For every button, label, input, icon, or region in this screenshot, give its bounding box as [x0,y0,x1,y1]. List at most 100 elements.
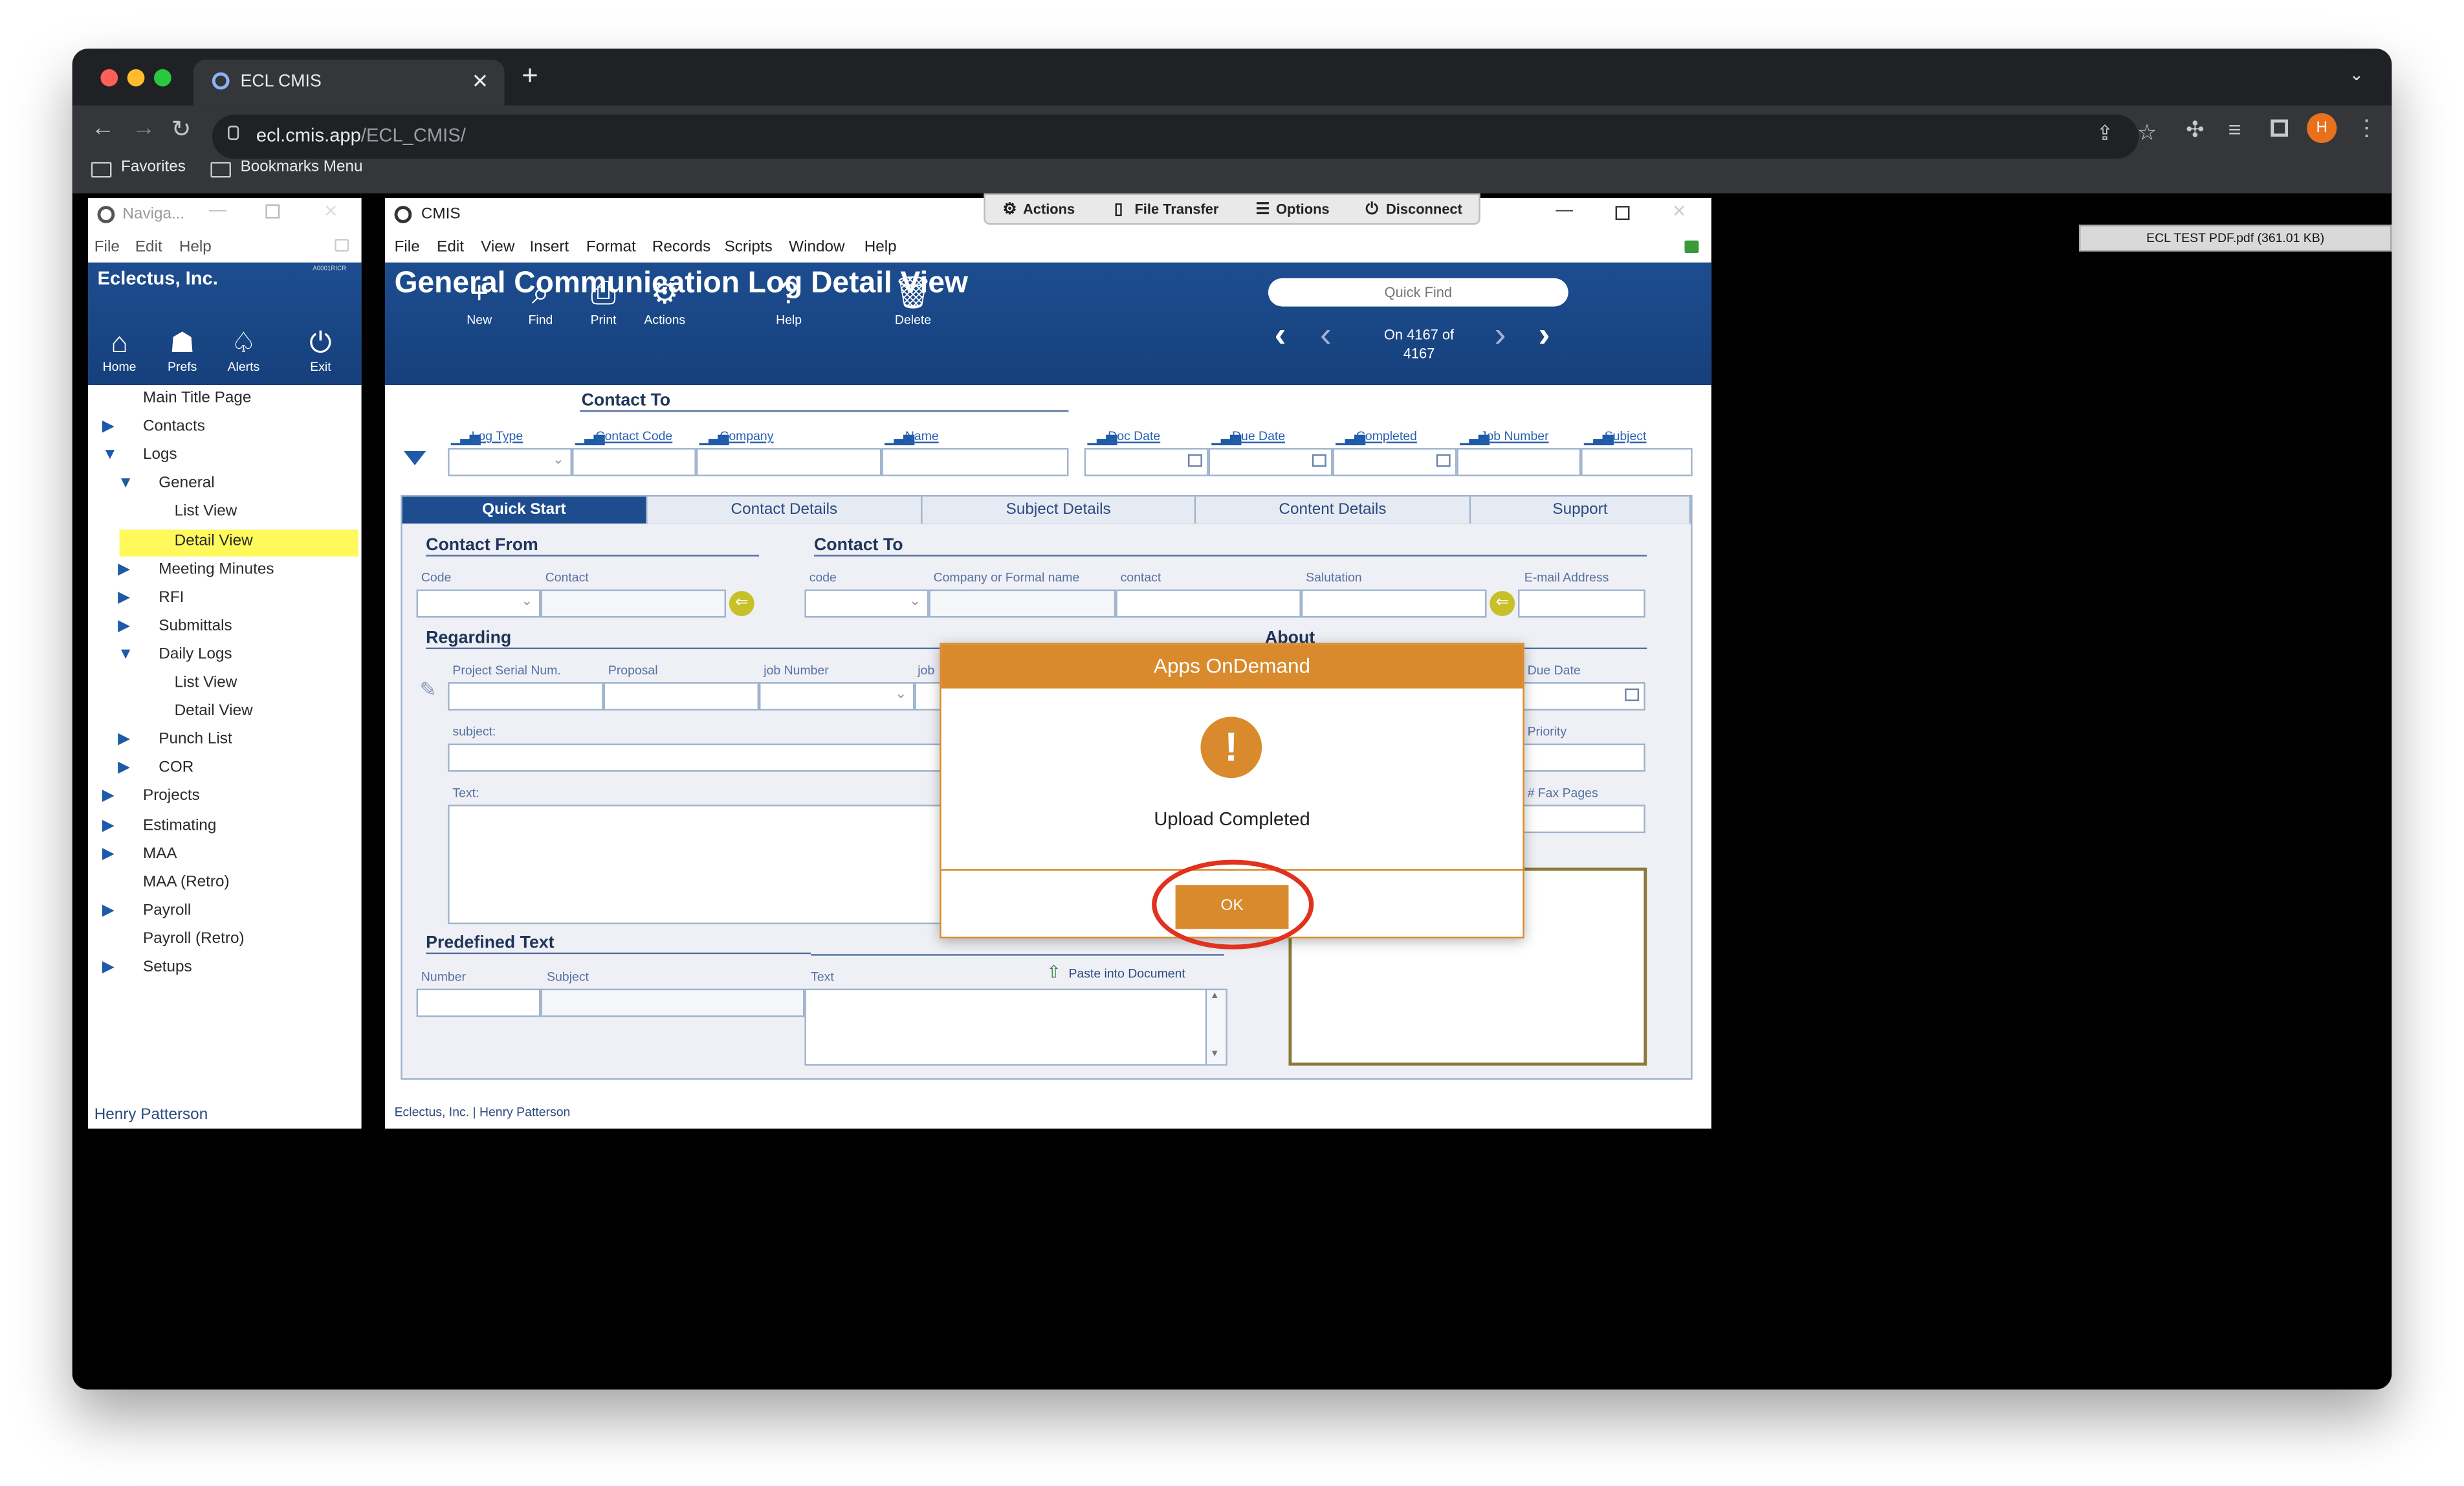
triangle-right-icon[interactable]: ▶ [102,788,115,806]
address-bar[interactable]: ecl.cmis.app/ECL_CMIS/ ⇪ ☆ [212,115,2157,159]
to-salutation-field[interactable] [1301,589,1487,618]
bookmark-star-icon[interactable]: ☆ [2137,120,2157,146]
nav-menu-file[interactable]: File [94,239,120,256]
tab-quick-start[interactable]: Quick Start [402,496,648,524]
home-button[interactable]: ⌂ Home [88,326,151,374]
triangle-right-icon[interactable]: ▶ [102,959,115,976]
from-code-select[interactable]: ⌄ [416,589,541,618]
next-record-icon[interactable]: › [1495,315,1506,355]
topbar-actions[interactable]: ⚙ Actions [989,195,1075,225]
job-number-select[interactable]: ⌄ [759,682,915,711]
minimize-window-dot[interactable] [127,69,145,87]
cmis-menu-edit[interactable]: Edit [437,239,464,256]
arrow-left-circle-icon[interactable]: ⇐ [1490,591,1515,617]
to-email-field[interactable] [1518,589,1645,618]
sort-column-field[interactable] [881,448,1069,476]
share-icon[interactable]: ⇪ [2096,121,2113,146]
nav-tree-item[interactable] [88,785,358,812]
tab-content-details[interactable]: Content Details [1196,496,1471,524]
triangle-right-icon[interactable]: ▶ [118,617,130,635]
calendar-icon[interactable] [1188,454,1202,467]
triangle-right-icon[interactable]: ▶ [118,760,130,777]
prefs-button[interactable]: ☗ Prefs [151,326,214,374]
quick-find-input[interactable] [1268,278,1568,307]
close-tab-icon[interactable]: ✕ [472,69,489,94]
triangle-right-icon[interactable]: ▶ [118,731,130,749]
sort-column-field[interactable] [1581,448,1693,476]
topbar-file-transfer[interactable]: ▯ File Transfer [1100,195,1219,225]
calendar-icon[interactable] [1436,454,1451,467]
triangle-down-icon[interactable]: ▼ [118,475,133,493]
nav-tree-item[interactable] [88,956,358,982]
predef-number-field[interactable] [416,988,541,1017]
fax-pages-field[interactable] [1523,804,1645,834]
nav-tree-item[interactable] [88,899,358,926]
cmis-menu-view[interactable]: View [481,239,514,256]
new-tab-icon[interactable]: + [522,60,538,93]
cmis-menu-help[interactable]: Help [864,239,897,256]
close-icon[interactable]: ✕ [1672,201,1686,221]
tab-contact-details[interactable]: Contact Details [647,496,923,524]
cmis-menu-file[interactable]: File [395,239,420,256]
cmis-menu-format[interactable]: Format [586,239,636,256]
sort-column-label[interactable]: Name [905,429,939,443]
scrollbar[interactable]: ▲ ▼ [1205,990,1226,1065]
expand-triangle-icon[interactable] [404,451,426,465]
to-company-field[interactable] [929,589,1116,618]
browser-menu-icon[interactable]: ⋮ [2355,115,2377,141]
zoom-window-dot[interactable] [154,69,171,87]
scroll-down-icon[interactable]: ▼ [1210,1050,1219,1059]
help-button[interactable]: ? Help [760,275,817,327]
minimize-icon[interactable]: — [1556,201,1573,220]
sort-column-field[interactable] [696,448,882,476]
triangle-right-icon[interactable]: ▶ [102,902,115,920]
arrow-left-circle-icon[interactable]: ⇐ [729,591,754,617]
subject-field[interactable] [448,743,947,772]
cmis-menu-window[interactable]: Window [789,239,844,256]
last-record-icon[interactable]: › [1539,315,1550,355]
calendar-icon[interactable] [1625,688,1640,702]
sort-column-field[interactable] [1208,448,1333,476]
priority-field[interactable] [1523,743,1645,772]
bookmark-menu[interactable]: Bookmarks Menu [241,159,363,176]
nav-tree-item[interactable] [88,415,358,441]
browser-tab[interactable]: ECL CMIS ✕ [193,60,505,105]
triangle-down-icon[interactable]: ▼ [118,646,133,663]
nav-tree-item[interactable] [88,842,358,869]
to-contact-field[interactable] [1116,589,1301,618]
scroll-up-icon[interactable]: ▲ [1210,992,1219,1001]
calendar-icon[interactable] [1312,454,1326,467]
maximize-icon[interactable] [265,204,280,219]
sort-column-field[interactable]: ⌄ [448,448,573,476]
project-serial-field[interactable] [448,682,604,711]
to-code-select[interactable]: ⌄ [804,589,929,618]
proposal-field[interactable] [603,682,760,711]
sort-column-field[interactable] [1457,448,1581,476]
sort-column-label[interactable]: Due Date [1232,429,1285,443]
pencil-icon[interactable]: ✎ [419,678,436,703]
sort-column-label[interactable]: Contact Code [595,429,672,443]
topbar-options[interactable]: ☰ Options [1242,195,1329,225]
sort-column-label[interactable]: Log Type [472,429,523,443]
reading-list-icon[interactable]: ≡ [2228,116,2241,142]
back-icon[interactable]: ← [91,115,115,141]
sort-column-label[interactable]: Subject [1605,429,1647,443]
predef-subject-field[interactable] [540,988,805,1017]
new-button[interactable]: + New [451,275,507,327]
sort-column-field[interactable] [572,448,696,476]
minimize-icon[interactable]: — [209,201,226,220]
previous-record-icon[interactable]: ‹ [1320,315,1332,355]
text-area[interactable] [448,804,947,925]
side-panel-icon[interactable] [2271,119,2289,137]
triangle-right-icon[interactable]: ▶ [118,589,130,606]
sort-column-label[interactable]: Company [720,429,773,443]
print-button[interactable]: ⎙ Print [575,275,632,327]
triangle-right-icon[interactable]: ▶ [118,560,130,578]
reload-icon[interactable]: ↻ [171,115,192,143]
bookmark-favorites[interactable]: Favorites [121,159,186,176]
cmis-menu-insert[interactable]: Insert [529,239,569,256]
profile-avatar[interactable]: H [2307,113,2337,144]
triangle-right-icon[interactable]: ▶ [102,845,115,863]
topbar-disconnect[interactable]: ⏻ Disconnect [1352,195,1462,225]
triangle-right-icon[interactable]: ▶ [102,418,115,436]
